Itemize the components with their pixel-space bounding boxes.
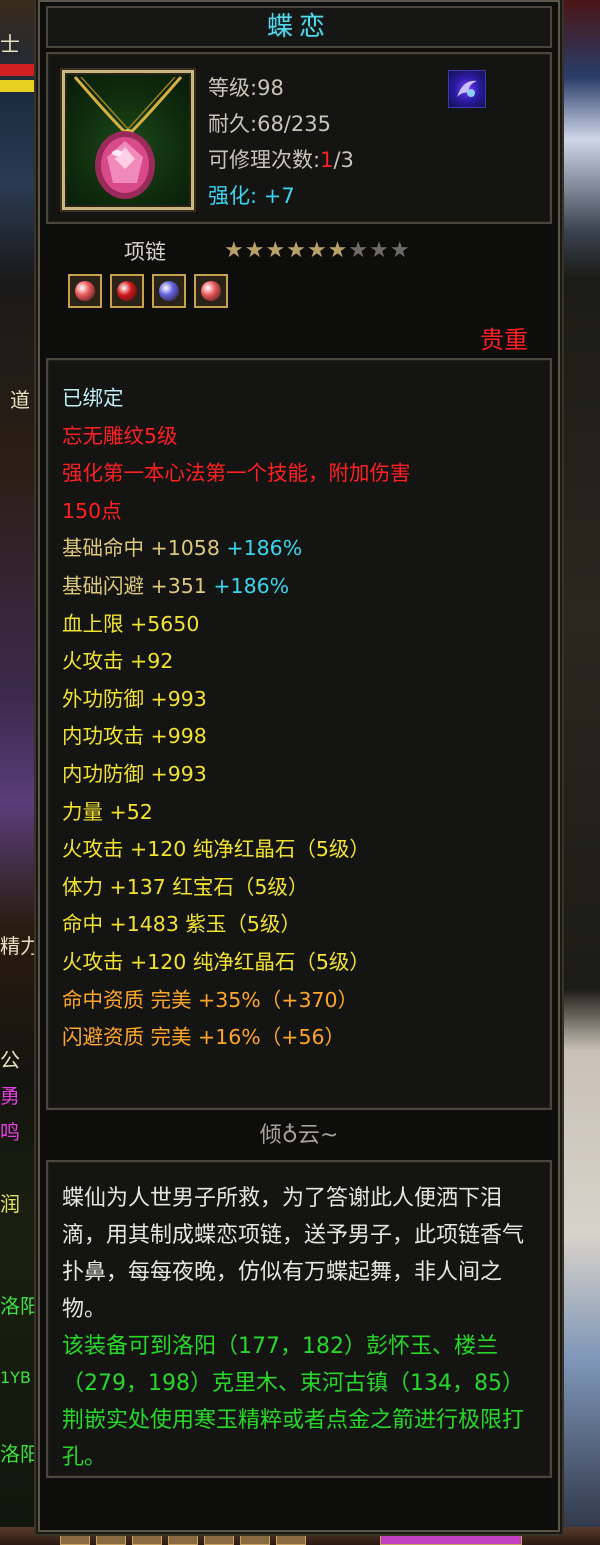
lore-description: 蝶仙为人世男子所救，为了答谢此人便洒下泪滴，用其制成蝶恋项链，送予男子，此项链香… <box>62 1186 525 1322</box>
item-name: 蝶恋 <box>266 12 331 42</box>
repair-total: /3 <box>333 148 354 172</box>
item-header-panel: 等级:98 耐久:68/235 可修理次数:1/3 强化: +7 <box>46 52 552 224</box>
attribute-row: 基础闪避 +351 +186% <box>62 568 411 606</box>
attribute-text: 外功防御 +993 <box>62 686 207 711</box>
star-filled-icon: ★ <box>327 238 349 263</box>
attribute-text: 力量 +52 <box>62 799 153 824</box>
attribute-row: 忘无雕纹5级 <box>62 418 411 456</box>
attribute-row: 150点 <box>62 493 411 531</box>
attribute-text: 命中资质 完美 +35%（+370） <box>62 987 359 1012</box>
item-tooltip: 蝶恋 等级:98 耐久:68/235 可修理次数:1/3 强化: +7 项链 ★… <box>38 0 560 1532</box>
star-empty-icon: ★ <box>348 238 370 263</box>
star-filled-icon: ★ <box>224 238 245 263</box>
star-filled-icon: ★ <box>265 238 287 263</box>
attribute-text: 基础命中 +1058 <box>62 536 227 561</box>
attribute-row: 内功防御 +993 <box>62 756 411 794</box>
attribute-text: 火攻击 +92 <box>62 649 174 674</box>
attribute-row: 命中 +1483 紫玉（5级） <box>62 906 411 944</box>
attribute-row: 体力 +137 红宝石（5级） <box>62 869 411 907</box>
attribute-text: 火攻击 +120 纯净红晶石（5级） <box>62 837 370 862</box>
enhance-value: +7 <box>263 184 295 208</box>
attribute-text: 体力 +137 红宝石（5级） <box>62 874 309 899</box>
gem-stone-icon <box>117 281 137 301</box>
durability-value: 68/235 <box>257 112 331 136</box>
gem-stone-icon <box>159 281 179 301</box>
attribute-text: 闪避资质 完美 +16%（+56） <box>62 1025 346 1050</box>
bg-fragment-text: 洛阳 <box>0 1294 40 1318</box>
attribute-row: 火攻击 +120 纯净红晶石（5级） <box>62 944 411 982</box>
lore-text: 蝶仙为人世男子所救，为了答谢此人便洒下泪滴，用其制成蝶恋项链，送予男子，此项链香… <box>62 1180 536 1476</box>
attribute-text: 150点 <box>62 498 122 523</box>
level-row: 等级:98 <box>208 76 284 100</box>
item-title-bar: 蝶恋 <box>46 6 552 48</box>
repair-used: 1 <box>320 148 334 172</box>
lore-title: 倾♁云~ <box>259 1123 339 1148</box>
energy-bar-fragment <box>0 80 42 92</box>
gem-stone-icon <box>201 281 221 301</box>
item-type: 项链 <box>124 240 166 264</box>
attribute-text: 火攻击 +120 纯净红晶石（5级） <box>62 949 370 974</box>
star-filled-icon: ★ <box>286 238 307 263</box>
level-value: 98 <box>257 76 284 100</box>
bg-fragment-text: 洛阳 <box>0 1442 40 1466</box>
bg-fragment-text: 鸣 <box>0 1120 20 1144</box>
attribute-text: 内功攻击 +998 <box>62 724 207 749</box>
lore-panel: 蝶仙为人世男子所救，为了答谢此人便洒下泪滴，用其制成蝶恋项链，送予男子，此项链香… <box>46 1160 552 1478</box>
attribute-row: 外功防御 +993 <box>62 681 411 719</box>
attribute-text: 内功防御 +993 <box>62 761 207 786</box>
bg-fragment-text: 1YB <box>0 1368 31 1387</box>
red-crystal-gem-icon[interactable] <box>68 274 102 308</box>
attribute-bonus: +186% <box>226 536 303 561</box>
star-filled-icon: ★ <box>306 238 328 263</box>
attribute-row: 强化第一本心法第一个技能，附加伤害 <box>62 455 411 493</box>
durability-row: 耐久:68/235 <box>208 112 331 136</box>
attribute-text: 强化第一本心法第一个技能，附加伤害 <box>62 461 411 486</box>
enhance-row: 强化: +7 <box>208 184 295 208</box>
bg-fragment-text: 精力 <box>0 934 40 958</box>
attribute-row: 力量 +52 <box>62 794 411 832</box>
ruby-gem-icon[interactable] <box>110 274 144 308</box>
purple-jade-gem-icon[interactable] <box>152 274 186 308</box>
item-stats: 等级:98 耐久:68/235 可修理次数:1/3 强化: +7 <box>208 70 354 214</box>
attribute-text: 已绑定 <box>62 386 124 410</box>
lore-notice: 该装备可到洛阳（177，182）彭怀玉、楼兰（279，198）克里木、束河古镇（… <box>62 1334 525 1470</box>
pink-gem-necklace-icon <box>62 70 194 210</box>
star-filled-icon: ★ <box>244 238 266 263</box>
attribute-list: 已绑定忘无雕纹5级强化第一本心法第一个技能，附加伤害 150点基础命中 +1058… <box>62 380 411 1057</box>
gem-stone-icon <box>75 281 95 301</box>
attribute-row: 血上限 +5650 <box>62 606 411 644</box>
repair-row: 可修理次数:1/3 <box>208 148 354 172</box>
rarity-label: 贵重 <box>480 326 528 354</box>
red-crystal-gem-icon[interactable] <box>194 274 228 308</box>
attribute-row: 闪避资质 完美 +16%（+56） <box>62 1019 411 1057</box>
star-empty-icon: ★ <box>369 238 390 263</box>
bg-fragment-text: 润 <box>0 1192 20 1216</box>
attribute-row: 已绑定 <box>62 380 411 418</box>
attribute-row: 火攻击 +120 纯净红晶石（5级） <box>62 831 411 869</box>
bg-fragment-text: 士 <box>0 32 20 56</box>
soul-gem-badge-icon <box>448 70 486 108</box>
star-rating: ★★★★★★★★★ <box>224 238 411 263</box>
attribute-row: 火攻击 +92 <box>62 643 411 681</box>
attribute-text: 血上限 +5650 <box>62 611 200 636</box>
attribute-text: 命中 +1483 紫玉（5级） <box>62 912 301 937</box>
attribute-row: 内功攻击 +998 <box>62 718 411 756</box>
attribute-text: 基础闪避 +351 <box>62 573 214 598</box>
attributes-panel: 已绑定忘无雕纹5级强化第一本心法第一个技能，附加伤害 150点基础命中 +1058… <box>46 358 552 1110</box>
bg-fragment-text: 勇 <box>0 1084 20 1108</box>
star-empty-icon: ★ <box>389 238 411 263</box>
attribute-text: 忘无雕纹5级 <box>62 423 178 448</box>
bg-fragment-text: 公 <box>0 1048 20 1072</box>
attribute-row: 基础命中 +1058 +186% <box>62 530 411 568</box>
attribute-bonus: +186% <box>213 573 290 598</box>
attribute-row: 命中资质 完美 +35%（+370） <box>62 982 411 1020</box>
health-bar-fragment <box>0 64 42 76</box>
